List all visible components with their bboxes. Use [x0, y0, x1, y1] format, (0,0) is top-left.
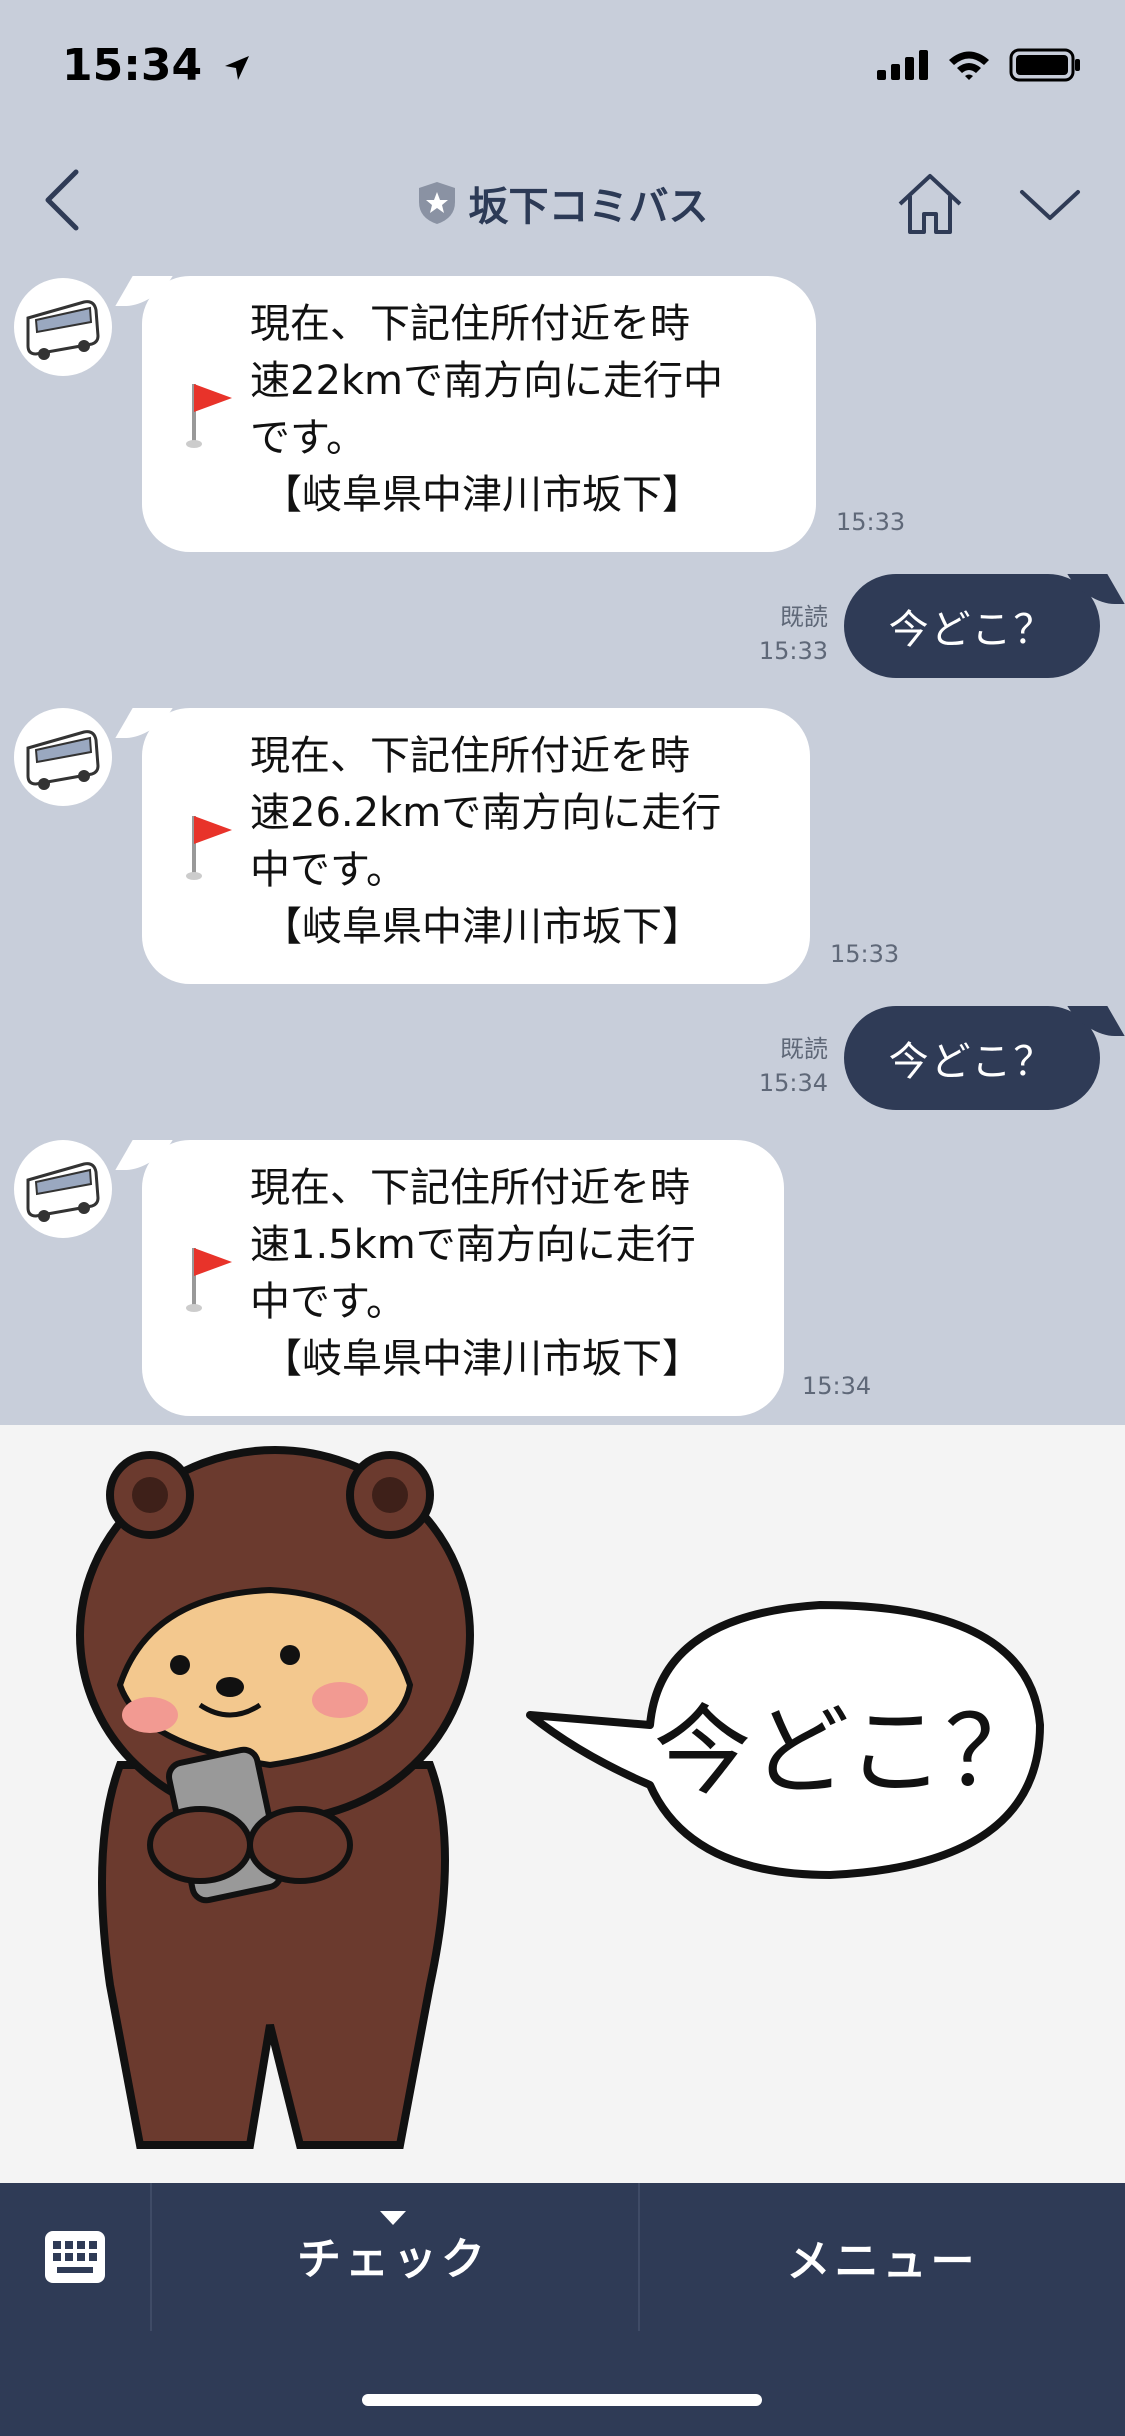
- message-time: 15:33: [830, 940, 900, 968]
- flag-icon: [186, 1248, 232, 1312]
- flag-icon: [186, 816, 232, 880]
- chevron-down-icon: [1020, 190, 1080, 220]
- page-title: 坂下コミバス: [468, 184, 709, 230]
- avatar[interactable]: [14, 1140, 112, 1238]
- shield-star-icon: [418, 182, 455, 224]
- bus-icon: [26, 730, 100, 790]
- incoming-message[interactable]: 現在、下記住所付近を時 速22kmで南方向に走行中 です。 【岐阜県中津川市坂下…: [142, 276, 816, 552]
- rich-menu[interactable]: 今どこ？: [0, 1425, 1125, 2183]
- menu-tab[interactable]: メニュー: [640, 2183, 1125, 2331]
- outgoing-message[interactable]: 今どこ？: [844, 1006, 1100, 1110]
- home-icon: [898, 174, 962, 234]
- chat-header: 坂下コミバス: [0, 140, 1125, 260]
- outgoing-message[interactable]: 今どこ？: [844, 574, 1100, 678]
- incoming-message[interactable]: 現在、下記住所付近を時 速26.2kmで南方向に走行 中です。 【岐阜県中津川市…: [142, 708, 810, 984]
- keyboard-icon: [45, 2231, 105, 2283]
- status-bar: 15:34: [0, 0, 1125, 140]
- avatar[interactable]: [14, 278, 112, 376]
- home-button[interactable]: [890, 164, 970, 244]
- message-text: 現在、下記住所付近を時 速26.2kmで南方向に走行 中です。 【岐阜県中津川市…: [250, 733, 722, 950]
- speech-text: 今どこ？: [653, 1695, 1042, 1809]
- check-tab[interactable]: チェック: [150, 2183, 636, 2331]
- menu-tab-label: メニュー: [786, 2236, 979, 2287]
- status-time-text: 15:34: [62, 40, 203, 91]
- battery-icon: [1009, 48, 1080, 82]
- location-arrow-icon: [225, 56, 250, 80]
- bear-mascot-illustration: 今どこ？: [76, 1446, 1044, 2149]
- message-time: 15:33: [836, 508, 906, 536]
- chat-area: 現在、下記住所付近を時 速22kmで南方向に走行中 です。 【岐阜県中津川市坂下…: [0, 260, 1125, 1425]
- read-time: 15:34: [758, 1069, 828, 1097]
- read-label: 既読: [780, 1035, 828, 1063]
- wifi-icon: [949, 51, 989, 80]
- signal-icon: [877, 50, 928, 80]
- home-indicator: [362, 2394, 762, 2406]
- avatar[interactable]: [14, 708, 112, 806]
- read-time: 15:33: [758, 637, 828, 665]
- check-tab-label: チェック: [297, 2234, 489, 2285]
- keyboard-button[interactable]: [0, 2183, 150, 2331]
- status-icons: [877, 48, 1081, 82]
- status-time: 15:34: [62, 40, 251, 91]
- bus-icon: [26, 1162, 100, 1222]
- message-time: 15:34: [802, 1372, 872, 1400]
- rich-menu-tab-bar: チェック メニュー: [0, 2183, 1125, 2436]
- message-text: 現在、下記住所付近を時 速1.5kmで南方向に走行 中です。 【岐阜県中津川市坂…: [250, 1165, 702, 1382]
- flag-icon: [186, 384, 232, 448]
- bus-icon: [26, 300, 100, 360]
- read-receipt: 既読 15:33: [736, 600, 828, 668]
- read-label: 既読: [780, 603, 828, 631]
- incoming-message[interactable]: 現在、下記住所付近を時 速1.5kmで南方向に走行 中です。 【岐阜県中津川市坂…: [142, 1140, 784, 1416]
- read-receipt: 既読 15:34: [736, 1032, 828, 1100]
- message-text: 現在、下記住所付近を時 速22kmで南方向に走行中 です。 【岐阜県中津川市坂下…: [250, 301, 724, 518]
- dropdown-button[interactable]: [1010, 164, 1090, 244]
